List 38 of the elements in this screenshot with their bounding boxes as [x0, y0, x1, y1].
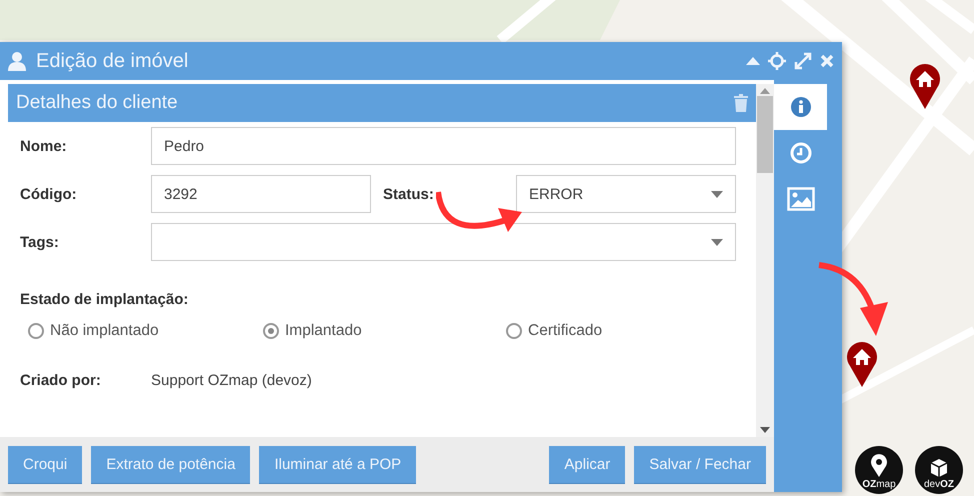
trash-icon[interactable] [734, 94, 748, 112]
map-pin-icon[interactable] [845, 340, 879, 388]
logo-text: devOZ [924, 479, 954, 490]
move-icon[interactable] [768, 52, 786, 70]
input-field[interactable]: 3292 [151, 175, 371, 213]
info-icon [790, 96, 812, 118]
scroll-up-icon[interactable] [760, 88, 770, 94]
image-icon [786, 187, 814, 211]
scrollbar[interactable] [756, 84, 774, 437]
clock-icon [790, 142, 812, 164]
close-icon[interactable] [820, 54, 834, 68]
radio-option[interactable]: Implantado [263, 322, 506, 340]
expand-icon[interactable] [794, 52, 812, 70]
field-value: Support OZmap (devoz) [151, 372, 313, 389]
logo-text: OZmap [862, 479, 896, 490]
field-label: Estado de implantação: [19, 290, 190, 308]
side-tab[interactable] [774, 84, 827, 130]
field-label: Nome: [20, 138, 68, 154]
field-label: Código: [20, 186, 78, 202]
cube-icon [928, 458, 950, 478]
caret-icon [711, 190, 723, 198]
map-pin-icon[interactable] [908, 62, 942, 110]
field-label: Tags: [20, 234, 60, 250]
dialog-title: Edição de imóvel [36, 50, 190, 72]
pin-icon [870, 454, 888, 478]
scroll-thumb[interactable] [757, 96, 773, 173]
field-label: Status: [382, 186, 435, 202]
scroll-down-icon[interactable] [760, 427, 770, 433]
caret-icon [711, 238, 723, 246]
status-dropdown[interactable]: ERROR [516, 175, 736, 213]
collapse-icon[interactable] [746, 56, 760, 66]
tags-dropdown[interactable] [151, 223, 736, 261]
user-icon [8, 51, 26, 71]
radio-option[interactable]: Não implantado [28, 322, 263, 340]
field-label: Criado por: [20, 372, 102, 389]
radio-option[interactable]: Certificado [506, 322, 706, 340]
section-title: Detalhes do cliente [16, 92, 178, 114]
input-field[interactable]: Pedro [151, 127, 736, 165]
